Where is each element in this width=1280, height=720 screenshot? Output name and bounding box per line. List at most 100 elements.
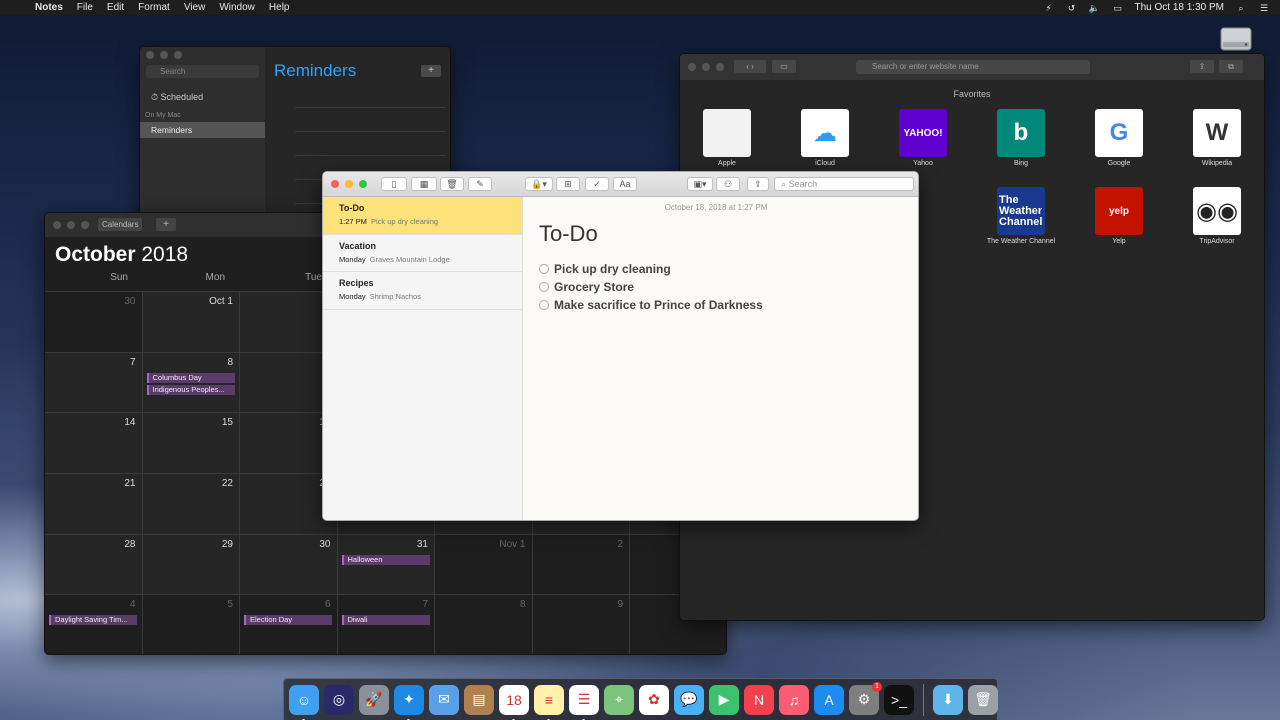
close-button[interactable] <box>331 180 339 188</box>
favorite-tripadvisor[interactable]: ◉◉ TripAdvisor <box>1182 187 1252 246</box>
reminders-icon[interactable]: ☰ <box>569 684 599 720</box>
sidebar-item-scheduled[interactable]: ⏱ Scheduled <box>151 92 203 103</box>
zoom-button[interactable] <box>81 221 89 229</box>
notes-icon[interactable]: ≡ <box>534 684 564 720</box>
calendar-event[interactable]: Election Day <box>244 615 332 626</box>
minimize-button[interactable] <box>345 180 353 188</box>
system-preferences-icon[interactable]: ⚙ 1 <box>849 681 882 715</box>
checklist-icon[interactable]: ✓ <box>585 177 609 191</box>
close-button[interactable] <box>53 221 61 229</box>
menu-file[interactable]: File <box>70 2 100 13</box>
favorite-google[interactable]: G Google <box>1084 109 1154 168</box>
sidebar-toggle-button[interactable]: ▭ <box>772 60 796 73</box>
day-cell[interactable]: Oct 1 <box>142 291 240 352</box>
mail-icon[interactable]: ✉ <box>429 684 459 715</box>
calendars-button[interactable]: Calendars <box>98 218 143 231</box>
checklist-item[interactable]: Pick up dry cleaning <box>539 262 671 276</box>
note-list-item[interactable]: Recipes Monday Shrimp Nachos <box>323 272 522 310</box>
hard-disk-icon[interactable] <box>1219 22 1253 52</box>
day-cell[interactable]: 29 <box>142 533 240 595</box>
close-button[interactable] <box>688 63 696 71</box>
share-button[interactable]: ⇪ <box>1190 60 1214 73</box>
add-event-button[interactable]: + <box>156 218 176 231</box>
day-cell[interactable]: 5 <box>142 594 240 654</box>
checklist-item[interactable]: Grocery Store <box>539 280 634 294</box>
new-note-icon[interactable]: ✎ <box>468 177 492 191</box>
menubar-clock[interactable]: Thu Oct 18 1:30 PM <box>1135 2 1225 13</box>
downloads-folder-icon[interactable]: ⬇ <box>933 684 963 715</box>
day-cell[interactable]: 7 <box>45 351 143 413</box>
app-store-icon[interactable]: A <box>814 684 844 715</box>
note-heading[interactable]: To-Do <box>539 221 598 247</box>
time-machine-icon[interactable]: ↺ <box>1066 3 1078 13</box>
day-cell[interactable]: 6 Election Day <box>240 594 338 654</box>
day-cell[interactable]: 28 <box>45 533 143 595</box>
day-cell[interactable]: Nov 1 <box>435 533 533 595</box>
zoom-button[interactable] <box>716 63 724 71</box>
menu-window[interactable]: Window <box>212 2 262 13</box>
sidebar-item-reminders[interactable]: Reminders <box>140 122 265 138</box>
notification-center-icon[interactable]: ☰ <box>1258 3 1270 13</box>
menu-format[interactable]: Format <box>131 2 177 13</box>
news-icon[interactable]: N <box>744 684 774 715</box>
checkbox-circle-icon[interactable] <box>539 264 549 274</box>
day-cell[interactable]: 30 <box>240 533 338 595</box>
note-list-item[interactable]: To-Do 1:27 PM Pick up dry cleaning <box>323 197 522 235</box>
tabs-overview-button[interactable]: ⧉ <box>1219 60 1243 73</box>
minimize-button[interactable] <box>67 221 75 229</box>
day-cell[interactable]: 22 <box>142 473 240 534</box>
note-list-item[interactable]: Vacation Monday Graves Mountain Lodge <box>323 235 522 272</box>
minimize-button[interactable] <box>160 51 168 59</box>
power-bolt-icon[interactable]: ⚡ <box>1043 3 1055 13</box>
finder-icon[interactable]: ☺ <box>289 684 319 720</box>
favorite-icloud[interactable]: ☁ iCloud <box>790 109 860 168</box>
sidebar-toggle-icon[interactable]: ▯ <box>381 177 407 191</box>
favorite-apple[interactable]: Apple <box>692 109 762 168</box>
address-bar[interactable]: Search or enter website name <box>856 60 1090 74</box>
contacts-icon[interactable]: ▤ <box>464 684 494 715</box>
photos-icon[interactable]: ✿ <box>639 684 669 715</box>
facetime-icon[interactable]: ▶ <box>709 684 739 715</box>
menu-app-name[interactable]: Notes <box>28 2 70 13</box>
zoom-button[interactable] <box>174 51 182 59</box>
calendar-event[interactable]: Indigenous Peoples... <box>146 384 235 395</box>
day-cell[interactable]: 31 Halloween <box>337 533 435 595</box>
menu-help[interactable]: Help <box>262 2 297 13</box>
siri-icon[interactable]: ◎ <box>324 684 354 715</box>
day-cell[interactable]: 14 <box>45 412 143 474</box>
favorite-yelp[interactable]: yelp Yelp <box>1084 187 1154 246</box>
menu-view[interactable]: View <box>177 2 213 13</box>
attachments-grid-icon[interactable]: ▦ <box>411 177 437 191</box>
notes-search-input[interactable]: ⌕ Search <box>774 177 914 191</box>
add-reminder-button[interactable]: + <box>421 65 441 77</box>
day-cell[interactable]: 8 Columbus Day Indigenous Peoples... <box>142 351 240 413</box>
zoom-button[interactable] <box>359 180 367 188</box>
favorite-bing[interactable]: b Bing <box>986 109 1056 168</box>
itunes-icon[interactable]: ♫ <box>779 684 809 715</box>
close-button[interactable] <box>146 51 154 59</box>
calendar-event[interactable]: Columbus Day <box>146 372 235 383</box>
display-mirror-icon[interactable]: ▭ <box>1112 3 1124 13</box>
calendar-event[interactable]: Daylight Saving Tim... <box>49 615 137 626</box>
minimize-button[interactable] <box>702 63 710 71</box>
day-cell[interactable]: 4 Daylight Saving Tim... <box>45 594 143 654</box>
day-cell[interactable]: 2 <box>532 533 630 595</box>
checkbox-circle-icon[interactable] <box>539 282 549 292</box>
calendar-event[interactable]: Diwali <box>341 615 430 626</box>
day-cell[interactable]: 7 Diwali <box>337 594 435 654</box>
maps-icon[interactable]: ⌖ <box>604 684 634 715</box>
spotlight-search-icon[interactable]: ⌕ <box>1235 3 1247 13</box>
calendar-event[interactable]: Halloween <box>341 554 430 565</box>
messages-icon[interactable]: 💬 <box>674 684 704 715</box>
checkbox-circle-icon[interactable] <box>539 300 549 310</box>
day-cell[interactable]: 21 <box>45 473 143 534</box>
favorite-yahoo[interactable]: YAHOO! Yahoo <box>888 109 958 168</box>
terminal-icon[interactable]: >_ <box>884 684 914 715</box>
launchpad-icon[interactable]: 🚀 <box>359 684 389 715</box>
format-text-icon[interactable]: Aa <box>613 177 637 191</box>
day-cell[interactable]: 8 <box>435 594 533 654</box>
delete-note-icon[interactable]: 🗑 <box>440 177 464 191</box>
favorite-the-weather-channel[interactable]: The Weather Channel The Weather Channel <box>986 187 1056 246</box>
checklist-item[interactable]: Make sacrifice to Prince of Darkness <box>539 298 763 312</box>
share-icon[interactable]: ⇪ <box>747 177 769 191</box>
